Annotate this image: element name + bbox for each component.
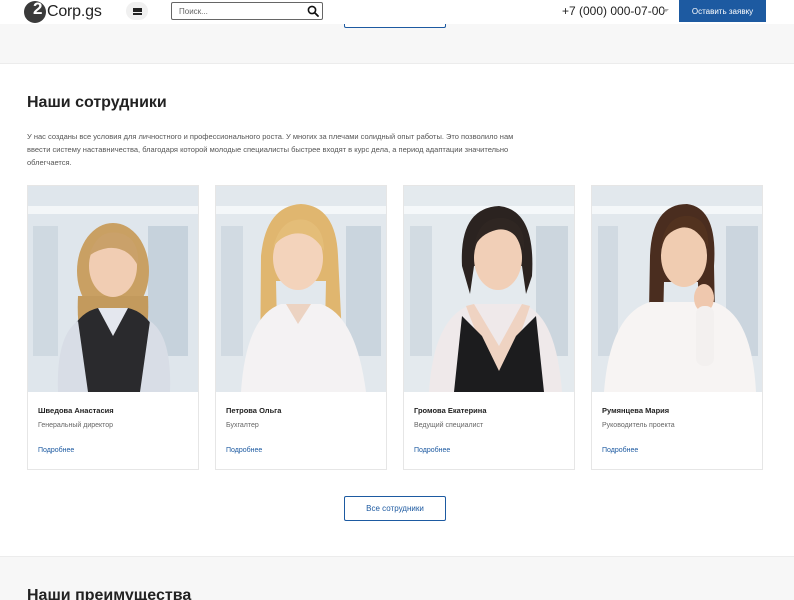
- employee-role: Генеральный директор: [38, 422, 114, 429]
- employee-details-link[interactable]: Подробнее: [414, 447, 450, 454]
- employee-photo[interactable]: [404, 186, 574, 392]
- search-icon[interactable]: [307, 5, 319, 17]
- employee-role: Ведущий специалист: [414, 422, 484, 429]
- employee-role: Бухгалтер: [226, 422, 259, 429]
- employee-photo[interactable]: [216, 186, 386, 392]
- hamburger-icon: [132, 7, 142, 15]
- employee-name: Шведова Анастасия: [38, 406, 114, 415]
- employee-details-link[interactable]: Подробнее: [38, 447, 74, 454]
- menu-button[interactable]: [126, 2, 148, 20]
- employee-details-link[interactable]: Подробнее: [226, 447, 262, 454]
- search-input[interactable]: [172, 4, 302, 18]
- employee-photo[interactable]: [592, 186, 762, 392]
- all-employees-button[interactable]: Все сотрудники: [344, 496, 446, 521]
- chevron-down-icon[interactable]: [663, 9, 669, 12]
- request-button[interactable]: Оставить заявку: [679, 0, 766, 22]
- employee-name: Петрова Ольга: [226, 406, 282, 415]
- employee-card[interactable]: Румянцева Мария Руководитель проекта Под…: [591, 185, 763, 470]
- employee-details-link[interactable]: Подробнее: [602, 447, 638, 454]
- employee-card[interactable]: Шведова Анастасия Генеральный директор П…: [27, 185, 199, 470]
- employee-name: Громова Екатерина: [414, 406, 487, 415]
- previous-section-button[interactable]: [344, 24, 446, 28]
- logo[interactable]: Corp.gs: [24, 0, 102, 24]
- section-title: Наши преимущества: [27, 587, 192, 600]
- employee-photo[interactable]: [28, 186, 198, 392]
- employee-name: Румянцева Мария: [602, 406, 670, 415]
- employee-cards: Шведова Анастасия Генеральный директор П…: [27, 185, 764, 470]
- advantages-section: Наши преимущества: [0, 556, 794, 600]
- search-box: [171, 2, 323, 20]
- logo-text: Corp.gs: [47, 3, 102, 20]
- previous-section: [0, 24, 794, 64]
- phone-number[interactable]: +7 (000) 000-07-00: [562, 4, 665, 18]
- section-title: Наши сотрудники: [27, 94, 167, 111]
- site-header: Corp.gs +7 (000) 000-07-00 Оставить заяв…: [0, 0, 794, 24]
- employee-card[interactable]: Громова Екатерина Ведущий специалист Под…: [403, 185, 575, 470]
- section-description: У нас созданы все условия для личностног…: [27, 132, 514, 167]
- employee-card[interactable]: Петрова Ольга Бухгалтер Подробнее: [215, 185, 387, 470]
- logo-mark-icon: [24, 1, 46, 23]
- employee-role: Руководитель проекта: [602, 422, 675, 429]
